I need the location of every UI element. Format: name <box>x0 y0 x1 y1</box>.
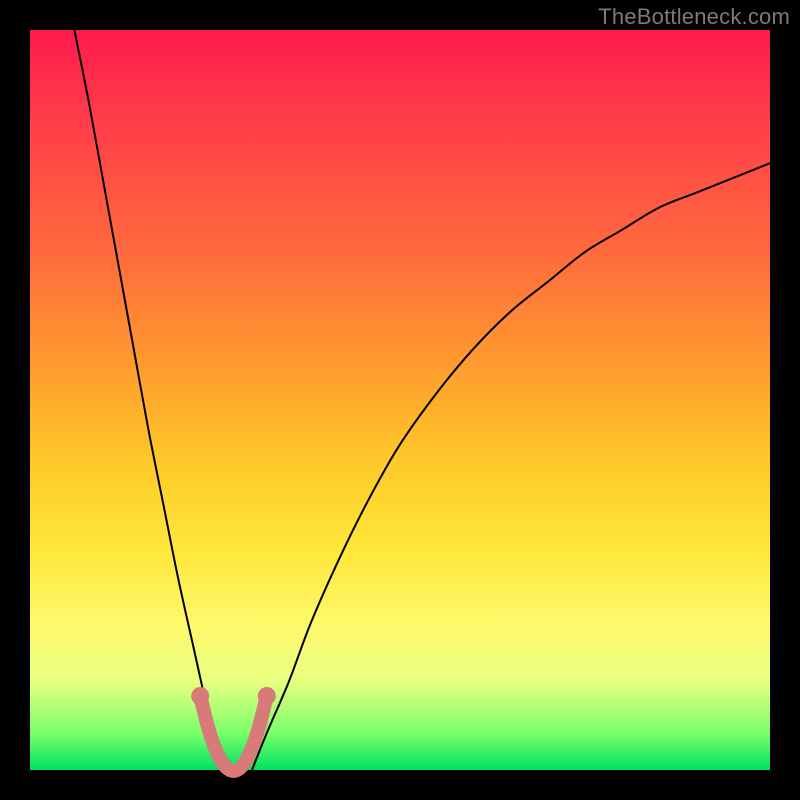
plot-area <box>30 30 770 770</box>
chart-frame: TheBottleneck.com <box>0 0 800 800</box>
curve-left-branch <box>74 30 222 770</box>
valley-dot-left <box>191 687 209 705</box>
watermark-text: TheBottleneck.com <box>598 4 790 30</box>
curve-layer <box>30 30 770 770</box>
curve-right-branch <box>252 163 770 770</box>
valley-dot-right <box>258 687 276 705</box>
